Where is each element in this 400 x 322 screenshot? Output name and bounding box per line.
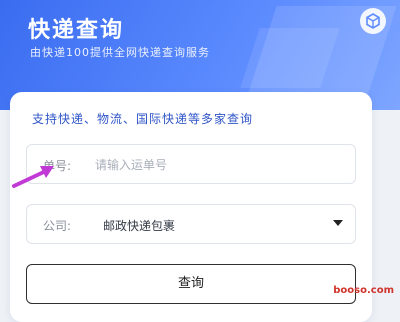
watermark-text: booso.com xyxy=(333,285,394,296)
dropdown-caret-icon[interactable] xyxy=(333,220,343,226)
page-subtitle: 由快递100提供全网快递查询服务 xyxy=(30,46,210,59)
company-selected-value: 邮政快递包裹 xyxy=(103,219,176,233)
company-select[interactable]: 公司: 邮政快递包裹 xyxy=(26,204,356,244)
tracking-number-field[interactable]: 单号: xyxy=(26,144,356,184)
query-card: 支持快递、物流、国际快递等多家查询 单号: 公司: 邮政快递包裹 查询 xyxy=(10,92,372,322)
company-label: 公司: xyxy=(43,219,72,233)
support-description: 支持快递、物流、国际快递等多家查询 xyxy=(32,112,254,126)
query-button[interactable]: 查询 xyxy=(26,264,356,304)
tracking-number-input[interactable] xyxy=(93,151,347,179)
pointer-arrow-icon xyxy=(10,160,56,194)
cube-icon[interactable] xyxy=(360,8,386,34)
page-title: 快递查询 xyxy=(28,18,125,43)
